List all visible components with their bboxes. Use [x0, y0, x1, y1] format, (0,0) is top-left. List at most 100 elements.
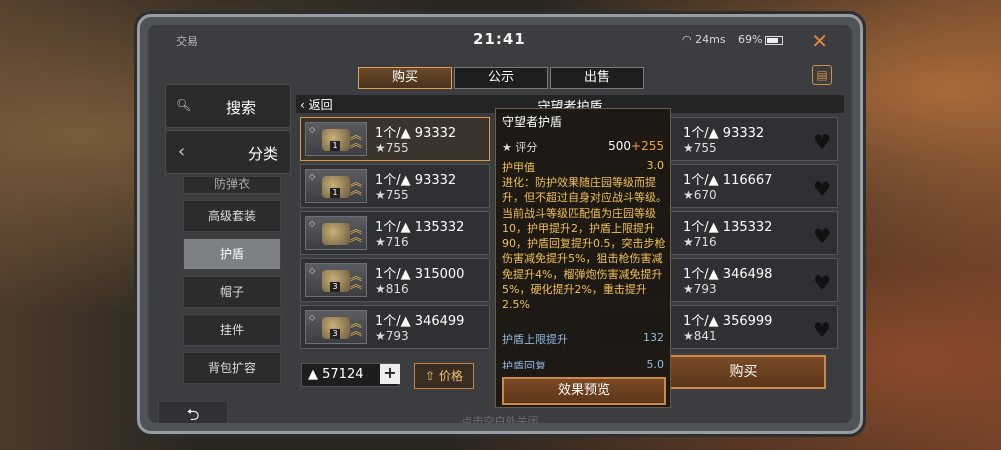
coin-icon: ▲ [400, 267, 411, 282]
gem-icon: ◇ [309, 313, 316, 322]
listing-row[interactable]: ◇ 1 ︽ ︽ 1个/▲ 93332 ★755 [300, 164, 490, 208]
tooltip-item-name: 守望者护盾 [502, 115, 563, 129]
listing-score: ★816 [375, 282, 409, 296]
favorite-heart-icon[interactable]: ♥ [813, 177, 831, 201]
category-premium-suit[interactable]: 高级套装 [183, 200, 281, 232]
category-list: 防弹衣 高级套装 护盾 帽子 挂件 背包扩容 [183, 176, 283, 390]
listing-score: ★716 [683, 235, 717, 249]
tooltip-description: 进化：防护效果随庄园等级而提升，但不超过自身对应战斗等级。当前战斗等级匹配值为庄… [502, 176, 667, 312]
rating-icon: ★ [375, 282, 386, 296]
rank-chevron-icon: ︽ ︽ [349, 128, 362, 150]
listing-qty: 1个/▲ 93332 [683, 126, 765, 141]
tab-sell[interactable]: 出售 [550, 67, 644, 89]
rating-icon: ★ [683, 282, 694, 296]
trade-device-frame: 交易 21:41 ◠ 24ms 69% ✕ 购买 公示 出售 ▤ 🔍︎ 搜索 ‹… [137, 14, 863, 434]
trade-screen: 交易 21:41 ◠ 24ms 69% ✕ 购买 公示 出售 ▤ 🔍︎ 搜索 ‹… [148, 25, 852, 423]
tab-bar: 购买 公示 出售 [358, 67, 644, 89]
item-thumbnail: ◇ 1 ︽ ︽ [305, 169, 367, 203]
listing-qty: 1个/▲ 315000 [375, 267, 465, 282]
tooltip-rating-label: ★ 评分 [502, 141, 538, 154]
tooltip-stat-label: 护盾上限提升 [502, 333, 568, 346]
listing-qty: 1个/▲ 135332 [375, 220, 465, 235]
coin-icon: ▲ [708, 173, 719, 188]
item-tooltip: 守望者护盾 ★ 评分 500+255 护甲值 3.0 进化：防护效果随庄园等级而… [495, 108, 671, 408]
coin-icon: ▲ [708, 267, 719, 282]
buy-button[interactable]: 购买 [661, 355, 826, 389]
listing-row[interactable]: ◇ 1 ︽ ︽ 1个/▲ 93332 ★755 [300, 117, 490, 161]
wifi-icon: ◠ [682, 33, 696, 46]
listing-score: ★841 [683, 329, 717, 343]
close-hint: 点击空白处关闭 [461, 415, 539, 423]
app-title: 交易 [176, 35, 198, 48]
network-status: ◠ 24ms [682, 33, 726, 46]
battery-status: 69% [738, 33, 784, 46]
category-pendant[interactable]: 挂件 [183, 314, 281, 346]
add-coins-button[interactable]: + [380, 364, 400, 384]
tab-announce[interactable]: 公示 [454, 67, 548, 89]
rating-icon: ★ [683, 141, 694, 155]
listing-score: ★755 [375, 141, 409, 155]
coin-icon: ▲ [400, 314, 411, 329]
rating-icon: ★ [375, 141, 386, 155]
battery-icon [765, 35, 784, 45]
sort-price-button[interactable]: ⇧ 价格 [414, 363, 474, 389]
arrow-up-icon: ⇧ [425, 369, 436, 383]
rating-icon: ★ [375, 329, 386, 343]
coin-icon: ▲ [400, 220, 411, 235]
tooltip-stat-value: 5.0 [646, 358, 665, 369]
clock: 21:41 [473, 30, 526, 48]
close-icon[interactable]: ✕ [811, 29, 828, 53]
favorite-heart-icon[interactable]: ♥ [813, 271, 831, 295]
search-icon: 🔍︎ [176, 98, 192, 112]
records-icon[interactable]: ▤ [812, 65, 832, 85]
listing-row[interactable]: ◇ 3 ︽ ︽ 1个/▲ 315000 ★816 [300, 258, 490, 302]
listing-qty: 1个/▲ 346498 [683, 267, 773, 282]
coin-icon: ▲ [708, 126, 719, 141]
rating-icon: ★ [375, 235, 386, 249]
category-armor-vest[interactable]: 防弹衣 [183, 176, 281, 194]
favorite-heart-icon[interactable]: ♥ [813, 224, 831, 248]
chevron-left-icon: ‹ [178, 141, 186, 162]
tab-buy[interactable]: 购买 [358, 67, 452, 89]
item-thumbnail: ◇ ︽ ︽ [305, 216, 367, 250]
favorite-heart-icon[interactable]: ♥ [813, 318, 831, 342]
category-shield[interactable]: 护盾 [183, 238, 281, 270]
listing-qty: 1个/▲ 135332 [683, 220, 773, 235]
rank-chevron-icon: ︽ ︽ [349, 222, 362, 244]
listing-qty: 1个/▲ 116667 [683, 173, 773, 188]
status-bar: 交易 21:41 ◠ 24ms 69% ✕ [148, 25, 852, 53]
gem-icon: ◇ [309, 266, 316, 275]
category-backpack[interactable]: 背包扩容 [183, 352, 281, 384]
gem-icon: ◇ [309, 219, 316, 228]
listing-score: ★755 [375, 188, 409, 202]
tooltip-rating-value: 500+255 [608, 139, 664, 153]
coin-icon: ▲ [708, 314, 719, 329]
rating-icon: ★ [683, 329, 694, 343]
listing-row[interactable]: ◇ 3 ︽ ︽ 1个/▲ 346499 ★793 [300, 305, 490, 349]
coin-icon: ▲ [400, 173, 411, 188]
listing-score: ★755 [683, 141, 717, 155]
tooltip-armor-label: 护甲值 [502, 161, 535, 174]
tooltip-scroll-clip: 护盾回复 5.0 [496, 349, 670, 369]
listing-row[interactable]: ◇ ︽ ︽ 1个/▲ 135332 ★716 [300, 211, 490, 255]
gem-icon: ◇ [309, 125, 316, 134]
listing-qty: 1个/▲ 93332 [375, 126, 457, 141]
rating-icon: ★ [502, 141, 512, 154]
listing-qty: 1个/▲ 356999 [683, 314, 773, 329]
rank-chevron-icon: ︽ ︽ [349, 269, 362, 291]
item-thumbnail: ◇ 1 ︽ ︽ [305, 122, 367, 156]
tooltip-armor-value: 3.0 [646, 159, 665, 172]
item-thumbnail: ◇ 3 ︽ ︽ [305, 263, 367, 297]
rating-icon: ★ [683, 188, 694, 202]
gem-icon: ◇ [309, 172, 316, 181]
listing-score: ★793 [375, 329, 409, 343]
effect-preview-button[interactable]: 效果预览 [502, 377, 666, 405]
item-thumbnail: ◇ 3 ︽ ︽ [305, 310, 367, 344]
rating-icon: ★ [683, 235, 694, 249]
favorite-heart-icon[interactable]: ♥ [813, 130, 831, 154]
listing-score: ★716 [375, 235, 409, 249]
rank-chevron-icon: ︽ ︽ [349, 175, 362, 197]
search-button[interactable]: 🔍︎ 搜索 [165, 84, 291, 128]
category-hat[interactable]: 帽子 [183, 276, 281, 308]
category-button[interactable]: ‹ 分类 [165, 130, 291, 174]
